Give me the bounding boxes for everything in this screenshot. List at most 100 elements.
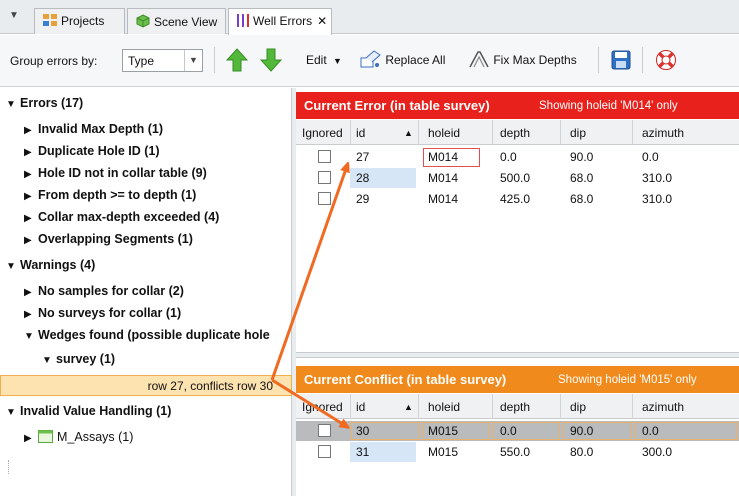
chevron-down-icon: ▼	[333, 56, 342, 66]
cell-depth: 550.0	[500, 445, 531, 459]
lifebuoy-icon	[656, 50, 676, 70]
tree-group-label: Errors (17)	[20, 96, 84, 110]
column-header-azimuth[interactable]: azimuth	[642, 400, 684, 414]
current-error-title: Current Error (in table survey)	[304, 98, 490, 113]
tree-item-label: M_Assays (1)	[57, 430, 134, 444]
tree-item-overlapping-segments[interactable]: ▶ Overlapping Segments (1)	[24, 232, 193, 246]
tree-item-wedges-found[interactable]: ▼ Wedges found (possible duplicate hole	[24, 328, 292, 342]
table-row[interactable]: 28 M014 500.0 68.0 310.0	[296, 168, 739, 188]
tab-label: Well Errors	[253, 14, 313, 28]
fix-max-depths-button[interactable]: Fix Max Depths	[468, 47, 577, 73]
tree-group-label: Warnings (4)	[20, 258, 96, 272]
column-header-ignored[interactable]: Ignored	[302, 126, 343, 140]
projects-icon	[43, 14, 57, 30]
group-errors-label: Group errors by:	[10, 54, 98, 68]
cell-depth: 0.0	[500, 424, 517, 438]
cell-holeid: M014	[428, 171, 459, 185]
tree-item-label: survey (1)	[56, 352, 116, 366]
table-header: Ignored id ▲ holeid depth dip azimuth	[296, 120, 739, 145]
cell-holeid: M015	[428, 424, 459, 438]
column-header-id[interactable]: id	[356, 126, 365, 140]
tree-item-label: row 27, conflicts row 30	[147, 379, 273, 393]
tree-item-selected-conflict[interactable]: row 27, conflicts row 30	[0, 375, 292, 396]
cell-id: 30	[356, 424, 370, 438]
toolbar: Group errors by: Type ▼ Edit ▼ Replace A…	[0, 35, 739, 87]
column-header-depth[interactable]: depth	[500, 400, 530, 414]
close-tab-icon[interactable]: ✕	[317, 14, 327, 28]
scene-cube-icon	[136, 14, 150, 31]
group-errors-select[interactable]: Type ▼	[122, 49, 203, 72]
ignored-checkbox[interactable]	[318, 171, 331, 184]
replace-all-button[interactable]: Replace All	[360, 47, 445, 73]
tree-item-hole-id-not-in-collar[interactable]: ▶ Hole ID not in collar table (9)	[24, 166, 207, 180]
tree-item-no-samples[interactable]: ▶ No samples for collar (2)	[24, 284, 184, 298]
column-header-azimuth[interactable]: azimuth	[642, 126, 684, 140]
tab-well-errors[interactable]: Well Errors ✕	[228, 8, 332, 35]
table-row-selected[interactable]: 30 M015 0.0 90.0 0.0	[296, 421, 739, 441]
next-error-button[interactable]	[259, 47, 284, 73]
column-header-holeid[interactable]: holeid	[428, 400, 460, 414]
save-icon	[611, 50, 631, 70]
expanded-triangle-icon: ▼	[6, 407, 16, 418]
tree-item-survey[interactable]: ▼ survey (1)	[42, 352, 115, 366]
tree-item-collar-max-depth[interactable]: ▶ Collar max-depth exceeded (4)	[24, 210, 219, 224]
horizontal-splitter[interactable]	[296, 352, 739, 358]
ignored-checkbox[interactable]	[318, 424, 331, 437]
cell-dip: 90.0	[570, 150, 594, 164]
expanded-triangle-icon: ▼	[6, 99, 16, 110]
column-header-ignored[interactable]: Ignored	[302, 400, 343, 414]
cell-azimuth: 0.0	[642, 150, 659, 164]
help-button[interactable]	[655, 47, 679, 73]
tree-item-m-assays[interactable]: ▶ M_Assays (1)	[24, 430, 133, 444]
tree-item-duplicate-hole-id[interactable]: ▶ Duplicate Hole ID (1)	[24, 144, 160, 158]
tree-item-label: No surveys for collar (1)	[38, 306, 182, 320]
tree-item-no-surveys[interactable]: ▶ No surveys for collar (1)	[24, 306, 181, 320]
column-header-holeid[interactable]: holeid	[428, 126, 460, 140]
cell-azimuth: 310.0	[642, 192, 673, 206]
column-header-id[interactable]: id	[356, 400, 365, 414]
current-conflict-table: Ignored id ▲ holeid depth dip azimuth 30…	[296, 394, 739, 496]
table-row[interactable]: 29 M014 425.0 68.0 310.0	[296, 189, 739, 209]
cell-holeid: M015	[428, 445, 459, 459]
column-header-depth[interactable]: depth	[500, 126, 530, 140]
tree-item-label: Duplicate Hole ID (1)	[38, 144, 160, 158]
cell-id: 31	[356, 445, 370, 459]
tab-list-dropdown-icon[interactable]: ▼	[6, 10, 22, 26]
toolbar-divider	[214, 47, 215, 73]
collapsed-triangle-icon: ▶	[24, 235, 32, 246]
current-conflict-subtitle: Showing holeid 'M015' only	[558, 374, 697, 386]
sort-ascending-icon: ▲	[404, 402, 413, 412]
cell-dip: 68.0	[570, 192, 594, 206]
tree-item-label: Wedges found (possible duplicate hole	[38, 328, 270, 342]
ignored-checkbox[interactable]	[318, 192, 331, 205]
tree-item-label: Invalid Max Depth (1)	[38, 122, 164, 136]
cell-depth: 425.0	[500, 192, 531, 206]
tree-group-warnings[interactable]: ▼ Warnings (4)	[6, 258, 95, 272]
tab-label: Scene View	[154, 15, 218, 29]
table-row[interactable]: 31 M015 550.0 80.0 300.0	[296, 442, 739, 462]
tab-scene-view[interactable]: Scene View	[127, 8, 226, 34]
table-row[interactable]: 27 M014 0.0 90.0 0.0	[296, 147, 739, 167]
tree-item-from-depth[interactable]: ▶ From depth >= to depth (1)	[24, 188, 196, 202]
expanded-triangle-icon: ▼	[24, 331, 34, 342]
save-button[interactable]	[611, 47, 633, 73]
tree-item-invalid-max-depth[interactable]: ▶ Invalid Max Depth (1)	[24, 122, 163, 136]
previous-error-button[interactable]	[225, 47, 250, 73]
tree-group-errors[interactable]: ▼ Errors (17)	[6, 96, 83, 110]
column-header-dip[interactable]: dip	[570, 126, 586, 140]
chevron-down-icon: ▼	[184, 50, 202, 71]
expanded-triangle-icon: ▼	[42, 355, 52, 366]
ignored-checkbox[interactable]	[318, 150, 331, 163]
cell-azimuth: 310.0	[642, 171, 673, 185]
cell-depth: 0.0	[500, 150, 517, 164]
edit-label: Edit	[306, 53, 327, 67]
ignored-checkbox[interactable]	[318, 445, 331, 458]
sort-ascending-icon: ▲	[404, 128, 413, 138]
tab-projects[interactable]: Projects	[34, 8, 125, 34]
tree-group-invalid-value-handling[interactable]: ▼ Invalid Value Handling (1)	[6, 404, 171, 418]
tree-item-label: Overlapping Segments (1)	[38, 232, 193, 246]
column-header-dip[interactable]: dip	[570, 400, 586, 414]
tab-label: Projects	[61, 14, 105, 28]
resize-grip[interactable]	[8, 460, 11, 474]
edit-menu-button[interactable]: Edit ▼	[306, 47, 342, 73]
